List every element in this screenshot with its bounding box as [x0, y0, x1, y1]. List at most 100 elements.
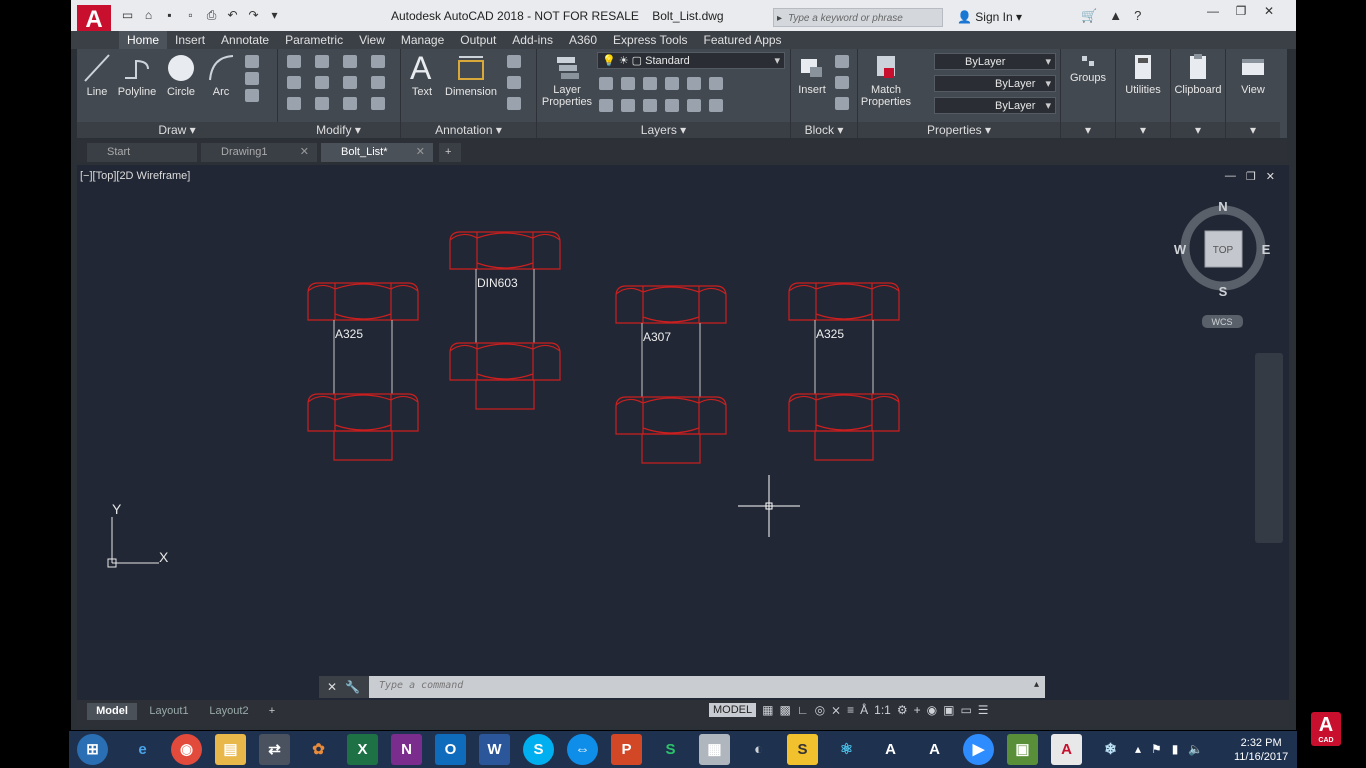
annotation-scale-value[interactable]: 1:1 — [874, 703, 891, 717]
redo-icon[interactable]: ↷ — [245, 8, 262, 23]
add-layout-button[interactable]: + — [263, 703, 281, 720]
multileader-icon[interactable] — [507, 55, 521, 68]
edit-block-icon[interactable] — [835, 76, 849, 89]
teamviewer-icon[interactable]: ⇔ — [567, 734, 598, 765]
layer-tool-icon[interactable] — [665, 99, 679, 112]
polyline-tool[interactable]: Polyline — [115, 53, 159, 98]
powerpoint-icon[interactable]: P — [611, 734, 642, 765]
tab-add-ins[interactable]: Add-ins — [504, 31, 561, 49]
sign-in-button[interactable]: 👤 Sign In ▾ — [957, 10, 1022, 24]
insert-tool[interactable]: Insert — [795, 53, 829, 96]
line-tool[interactable]: Line — [81, 53, 113, 98]
new-tab-button[interactable]: + — [439, 143, 461, 162]
compass-n[interactable]: N — [1218, 199, 1227, 214]
zoom-icon[interactable]: ▶ — [963, 734, 994, 765]
command-history-icon[interactable]: ▴ — [1034, 679, 1039, 690]
new-icon[interactable]: ▭ — [119, 8, 136, 23]
tab-express-tools[interactable]: Express Tools — [605, 31, 695, 49]
save-icon[interactable]: ▪ — [161, 8, 178, 23]
trim-icon[interactable] — [343, 55, 357, 68]
word-icon[interactable]: W — [479, 734, 510, 765]
navigation-bar[interactable] — [1255, 353, 1283, 543]
minimize-icon[interactable]: — — [1199, 3, 1227, 20]
layer-tool-icon[interactable] — [599, 77, 613, 90]
erase-icon[interactable] — [371, 55, 385, 68]
ortho-icon[interactable]: ∟ — [797, 703, 809, 717]
compass-e[interactable]: E — [1262, 242, 1271, 257]
undo-icon[interactable]: ↶ — [224, 8, 241, 23]
customize-wrench-icon[interactable]: 🔧 — [345, 680, 360, 694]
help-icon[interactable]: ? — [1134, 8, 1141, 24]
tab-annotate[interactable]: Annotate — [213, 31, 277, 49]
layer-tool-icon[interactable] — [709, 99, 723, 112]
properties-panel-title[interactable]: Properties ▾ — [858, 122, 1060, 138]
app-icon[interactable]: ▣ — [1007, 734, 1038, 765]
clock[interactable]: 2:32 PM 11/16/2017 — [1234, 736, 1288, 764]
clean-screen-icon[interactable]: ▭ — [960, 703, 971, 717]
layer-tool-icon[interactable] — [687, 99, 701, 112]
model-space-button[interactable]: MODEL — [709, 703, 757, 717]
open-icon[interactable]: ⌂ — [140, 8, 157, 23]
network-icon[interactable]: ▮ — [1172, 742, 1179, 756]
snap-icon[interactable]: ▩ — [779, 703, 790, 717]
chrome-icon[interactable]: ◉ — [171, 734, 202, 765]
isolate-icon[interactable]: ◉ — [927, 703, 937, 717]
layer-dropdown[interactable]: 💡 ☀ ▢ Standard — [597, 52, 785, 70]
internet-explorer-icon[interactable]: e — [127, 734, 158, 765]
tray-expand-icon[interactable]: ▴ — [1135, 742, 1141, 756]
arc-tool[interactable]: Arc — [205, 53, 237, 98]
command-input[interactable]: Type a command — [379, 680, 463, 691]
layout-tab-layout1[interactable]: Layout1 — [143, 703, 195, 720]
workspace-gear-icon[interactable]: ⚙ — [897, 703, 908, 717]
app-icon[interactable]: S — [655, 734, 686, 765]
layer-properties-tool[interactable]: Layer Properties — [541, 53, 593, 108]
app-icon[interactable]: ✿ — [303, 734, 334, 765]
create-block-icon[interactable] — [835, 55, 849, 68]
autocad-active-icon[interactable]: A — [1051, 734, 1082, 765]
calculator-app-icon[interactable]: ▦ — [699, 734, 730, 765]
layer-tool-icon[interactable] — [643, 77, 657, 90]
grid-icon[interactable]: ▦ — [762, 703, 773, 717]
explode-icon[interactable] — [371, 76, 385, 89]
text-tool[interactable]: A Text — [405, 51, 439, 98]
autocad-app-icon[interactable]: A — [875, 734, 906, 765]
region-icon[interactable] — [245, 89, 259, 102]
view-tool[interactable]: View — [1228, 53, 1278, 96]
plot-icon[interactable]: ⎙ — [203, 8, 220, 23]
outlook-icon[interactable]: O — [435, 734, 466, 765]
search-input[interactable]: Type a keyword or phrase — [773, 8, 943, 28]
onenote-icon[interactable]: N — [391, 734, 422, 765]
utilities-tool[interactable]: Utilities — [1118, 53, 1168, 96]
annotation-panel-title[interactable]: Annotation ▾ — [401, 122, 536, 138]
hatch-icon[interactable] — [245, 72, 259, 85]
layer-tool-icon[interactable] — [687, 77, 701, 90]
linetype-dropdown[interactable]: ByLayer — [934, 75, 1056, 93]
view-panel[interactable]: View ▾ — [1226, 49, 1280, 138]
annotation-visibility-icon[interactable]: Å — [860, 703, 868, 717]
tab-parametric[interactable]: Parametric — [277, 31, 351, 49]
viewcube[interactable]: TOP N S E W WCS — [1174, 199, 1271, 328]
view-expand[interactable]: ▾ — [1226, 122, 1280, 138]
rotate-icon[interactable] — [315, 55, 329, 68]
leader-icon[interactable] — [507, 76, 521, 89]
excel-icon[interactable]: X — [347, 734, 378, 765]
compass-w[interactable]: W — [1174, 242, 1187, 257]
clipboard-panel[interactable]: Clipboard ▾ — [1171, 49, 1226, 138]
color-dropdown[interactable]: ByLayer — [934, 53, 1056, 71]
tab-output[interactable]: Output — [452, 31, 504, 49]
layer-tool-icon[interactable] — [621, 77, 635, 90]
layout-tab-model[interactable]: Model — [87, 703, 137, 720]
plus-icon[interactable]: + — [914, 703, 921, 717]
stretch-icon[interactable] — [287, 97, 301, 110]
close-command-icon[interactable]: ✕ — [327, 680, 337, 694]
layer-tool-icon[interactable] — [599, 99, 613, 112]
tab-view[interactable]: View — [351, 31, 393, 49]
mirror-icon[interactable] — [315, 76, 329, 89]
fillet-icon[interactable] — [343, 76, 357, 89]
tab-home[interactable]: Home — [119, 31, 168, 49]
customization-menu-icon[interactable]: ☰ — [978, 703, 989, 717]
close-icon[interactable]: ✕ — [1255, 3, 1283, 20]
utilities-panel[interactable]: Utilities ▾ — [1116, 49, 1171, 138]
modify-panel-title[interactable]: Modify ▾ — [277, 122, 400, 138]
circle-tool[interactable]: Circle — [163, 53, 199, 98]
